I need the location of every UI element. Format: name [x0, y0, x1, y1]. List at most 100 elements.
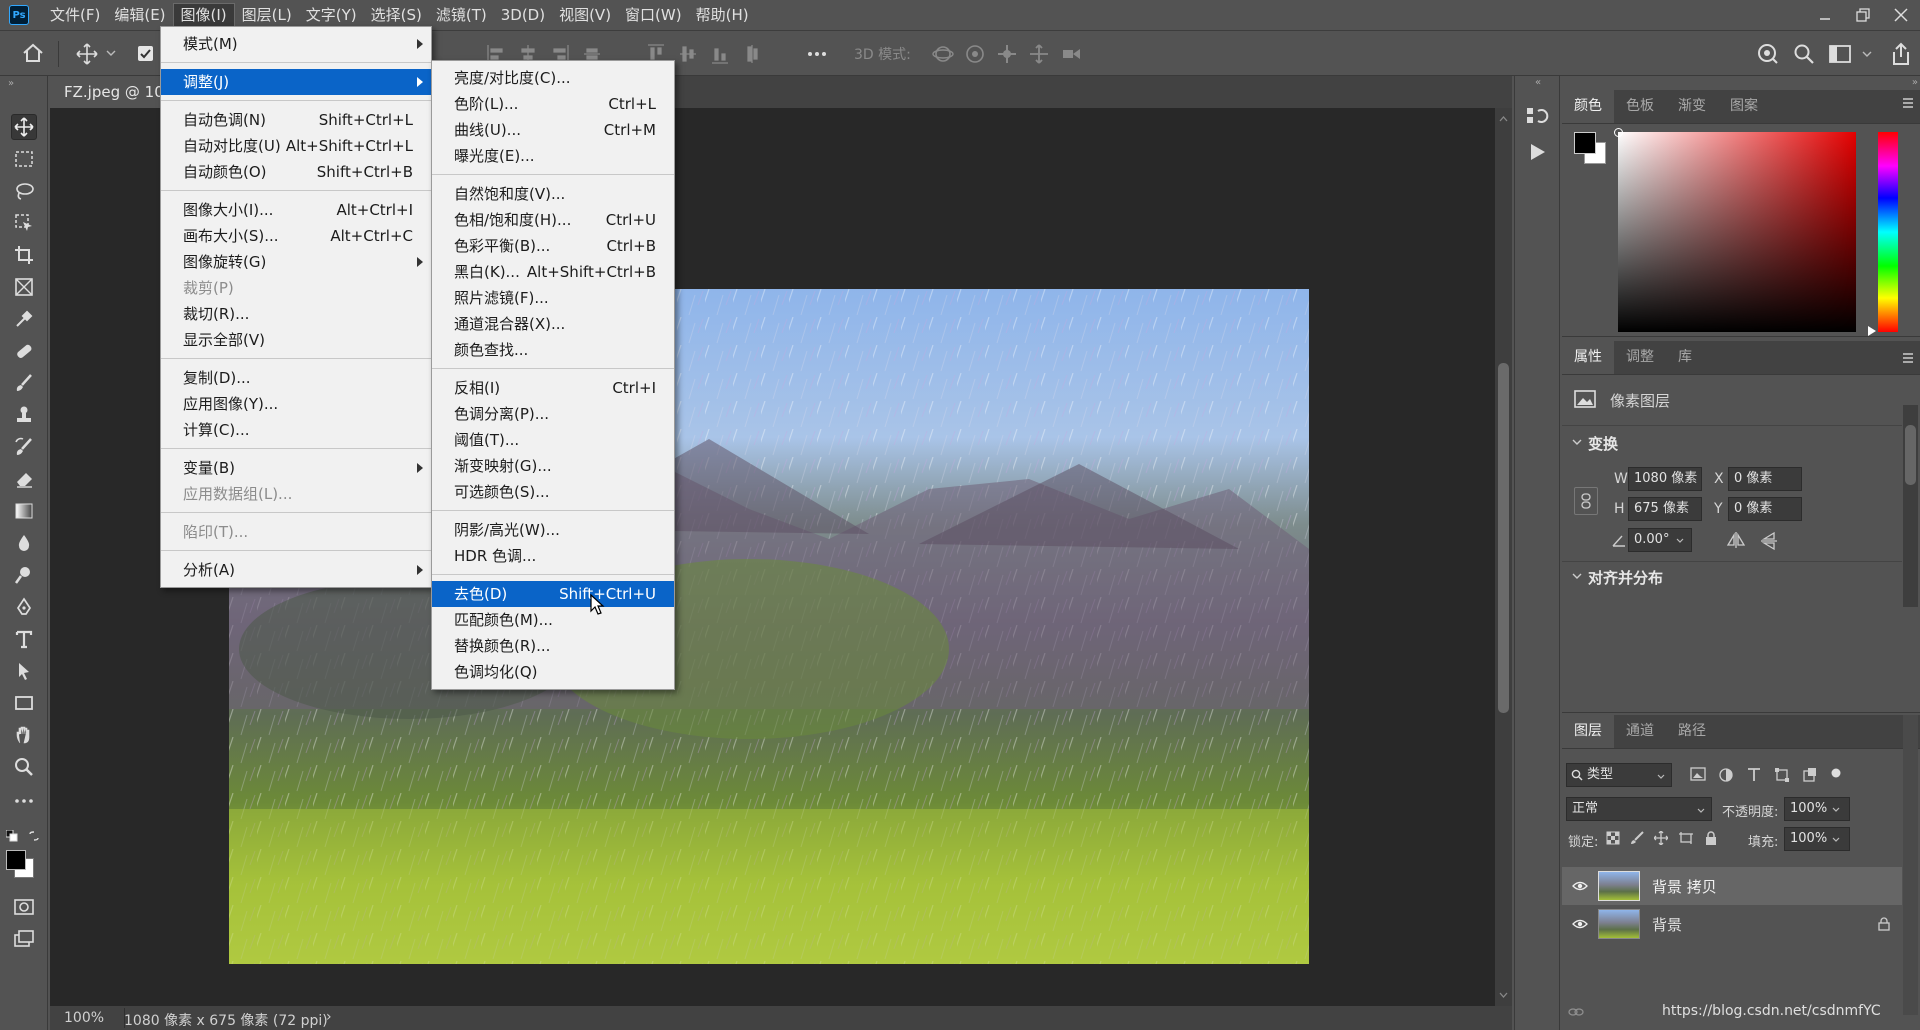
restore-icon[interactable] [1844, 0, 1882, 30]
crop-tool-icon[interactable] [11, 242, 37, 268]
link-layers-icon[interactable] [1568, 1005, 1584, 1019]
tab-layers[interactable]: 图层 [1562, 714, 1614, 748]
tab-color[interactable]: 颜色 [1562, 89, 1614, 123]
filter-toggle-icon[interactable] [1830, 767, 1842, 779]
collapse-toolbar-icon[interactable]: » [8, 78, 14, 89]
more-options-icon[interactable] [806, 43, 828, 65]
hue-slider[interactable] [1878, 132, 1898, 332]
tab-swatches[interactable]: 色板 [1614, 89, 1666, 123]
move-tool-icon[interactable] [11, 114, 37, 140]
adjust-menu-item[interactable]: 照片滤镜(F)... [432, 285, 674, 311]
type-tool-icon[interactable] [11, 626, 37, 652]
dock-collapse-icon[interactable]: « [1535, 77, 1541, 88]
search-icon[interactable] [1793, 43, 1815, 65]
align-bottom-icon[interactable] [710, 43, 730, 65]
flip-horizontal-icon[interactable] [1726, 531, 1746, 549]
color-fg-swatch[interactable] [1574, 132, 1596, 154]
image-menu-item[interactable]: 调整(J) [161, 69, 431, 95]
y-input[interactable]: 0 像素 [1728, 497, 1802, 521]
angle-chevron-icon[interactable] [1676, 538, 1684, 543]
fill-input[interactable]: 100% [1784, 827, 1850, 851]
lock-all-icon[interactable] [1704, 831, 1718, 845]
adjust-menu-item[interactable]: 反相(I) Ctrl+I [432, 375, 674, 401]
brush-tool-icon[interactable] [11, 370, 37, 396]
hand-tool-icon[interactable] [11, 722, 37, 748]
menu-window[interactable]: 窗口(W) [618, 3, 689, 27]
menu-type[interactable]: 文字(Y) [299, 3, 364, 27]
blur-tool-icon[interactable] [11, 530, 37, 556]
eyedropper-tool-icon[interactable] [11, 306, 37, 332]
adjust-menu-item[interactable]: 色彩平衡(B)... Ctrl+B [432, 233, 674, 259]
3d-scale-icon[interactable] [1060, 43, 1082, 65]
tab-adjustments[interactable]: 调整 [1614, 340, 1666, 374]
filter-adjustment-icon[interactable] [1718, 767, 1734, 783]
layer-row-background[interactable]: 背景 [1562, 905, 1902, 943]
close-icon[interactable] [1882, 0, 1920, 30]
adjust-menu-item[interactable]: 颜色查找... [432, 337, 674, 363]
adjust-menu-item[interactable]: 色调均化(Q) [432, 659, 674, 685]
workspace-icon[interactable] [1829, 44, 1851, 64]
image-menu-item[interactable]: 模式(M) [161, 31, 431, 57]
adjust-menu-item[interactable]: 可选颜色(S)... [432, 479, 674, 505]
layer-filter-select[interactable]: 类型 [1566, 763, 1672, 787]
3d-roll-icon[interactable] [964, 43, 986, 65]
image-menu-item[interactable]: 裁切(R)... [161, 301, 431, 327]
menu-file[interactable]: 文件(F) [43, 3, 107, 27]
zoom-level[interactable]: 100% [64, 1010, 104, 1026]
adjust-menu-item[interactable]: 替换颜色(R)... [432, 633, 674, 659]
panel-collapse-icon[interactable]: » [1912, 77, 1918, 88]
height-input[interactable]: 675 像素 [1628, 497, 1702, 521]
align-middle-icon[interactable] [678, 43, 698, 65]
adjust-menu-item[interactable]: 渐变映射(G)... [432, 453, 674, 479]
saturation-brightness-field[interactable] [1618, 132, 1856, 332]
tab-libraries[interactable]: 库 [1666, 340, 1704, 374]
minimize-icon[interactable] [1806, 0, 1844, 30]
healing-brush-tool-icon[interactable] [11, 338, 37, 364]
adjust-menu-item[interactable]: 去色(D) Shift+Ctrl+U [432, 581, 674, 607]
tab-patterns[interactable]: 图案 [1718, 89, 1770, 123]
foreground-color-swatch[interactable] [6, 850, 26, 870]
3d-orbit-icon[interactable] [932, 43, 954, 65]
adjust-menu-item[interactable]: HDR 色调... [432, 543, 674, 569]
actions-play-icon[interactable] [1525, 140, 1549, 164]
auto-select-checkbox[interactable] [138, 46, 153, 61]
filter-shape-icon[interactable] [1774, 767, 1790, 783]
visibility-eye-icon[interactable] [1572, 919, 1588, 929]
adjust-menu-item[interactable]: 黑白(K)... Alt+Shift+Ctrl+B [432, 259, 674, 285]
scroll-down-icon[interactable] [1499, 992, 1508, 998]
more-tools-icon[interactable] [11, 788, 37, 814]
properties-scrollbar[interactable] [1903, 405, 1918, 607]
adjust-menu-item[interactable]: 自然饱和度(V)... [432, 181, 674, 207]
opacity-input[interactable]: 100% [1784, 797, 1850, 821]
layer-row-background-copy[interactable]: 背景 拷贝 [1562, 867, 1902, 905]
flip-vertical-icon[interactable] [1760, 531, 1778, 551]
filter-pixel-icon[interactable] [1690, 767, 1706, 781]
blend-mode-select[interactable]: 正常 [1566, 797, 1712, 821]
section-chevron-icon[interactable] [1572, 573, 1582, 579]
menu-edit[interactable]: 编辑(E) [107, 3, 172, 27]
default-colors-icon[interactable] [6, 830, 18, 842]
share-icon[interactable] [1890, 42, 1912, 66]
menu-image[interactable]: 图像(I) [172, 3, 235, 27]
image-menu-item[interactable]: 自动对比度(U) Alt+Shift+Ctrl+L [161, 133, 431, 159]
marquee-tool-icon[interactable] [11, 146, 37, 172]
link-icon[interactable] [1574, 487, 1598, 515]
tab-paths[interactable]: 路径 [1666, 714, 1718, 748]
adjust-menu-item[interactable]: 通道混合器(X)... [432, 311, 674, 337]
clone-stamp-tool-icon[interactable] [11, 402, 37, 428]
gradient-tool-icon[interactable] [11, 498, 37, 524]
layer-name[interactable]: 背景 [1652, 914, 1682, 935]
menu-layer[interactable]: 图层(L) [235, 3, 299, 27]
width-input[interactable]: 1080 像素 [1628, 467, 1702, 491]
adjust-menu-item[interactable]: 阴影/高光(W)... [432, 517, 674, 543]
3d-pan-icon[interactable] [996, 43, 1018, 65]
workspace-chevron-icon[interactable] [1862, 51, 1872, 57]
adjust-menu-item[interactable]: 色相/饱和度(H)... Ctrl+U [432, 207, 674, 233]
filter-smart-object-icon[interactable] [1802, 767, 1818, 783]
distribute-vertical-icon[interactable] [742, 43, 762, 65]
pen-tool-icon[interactable] [11, 594, 37, 620]
menu-select[interactable]: 选择(S) [364, 3, 429, 27]
layer-name[interactable]: 背景 拷贝 [1652, 876, 1717, 897]
menu-3d[interactable]: 3D(D) [494, 3, 552, 27]
adjust-menu-item[interactable]: 亮度/对比度(C)... [432, 65, 674, 91]
